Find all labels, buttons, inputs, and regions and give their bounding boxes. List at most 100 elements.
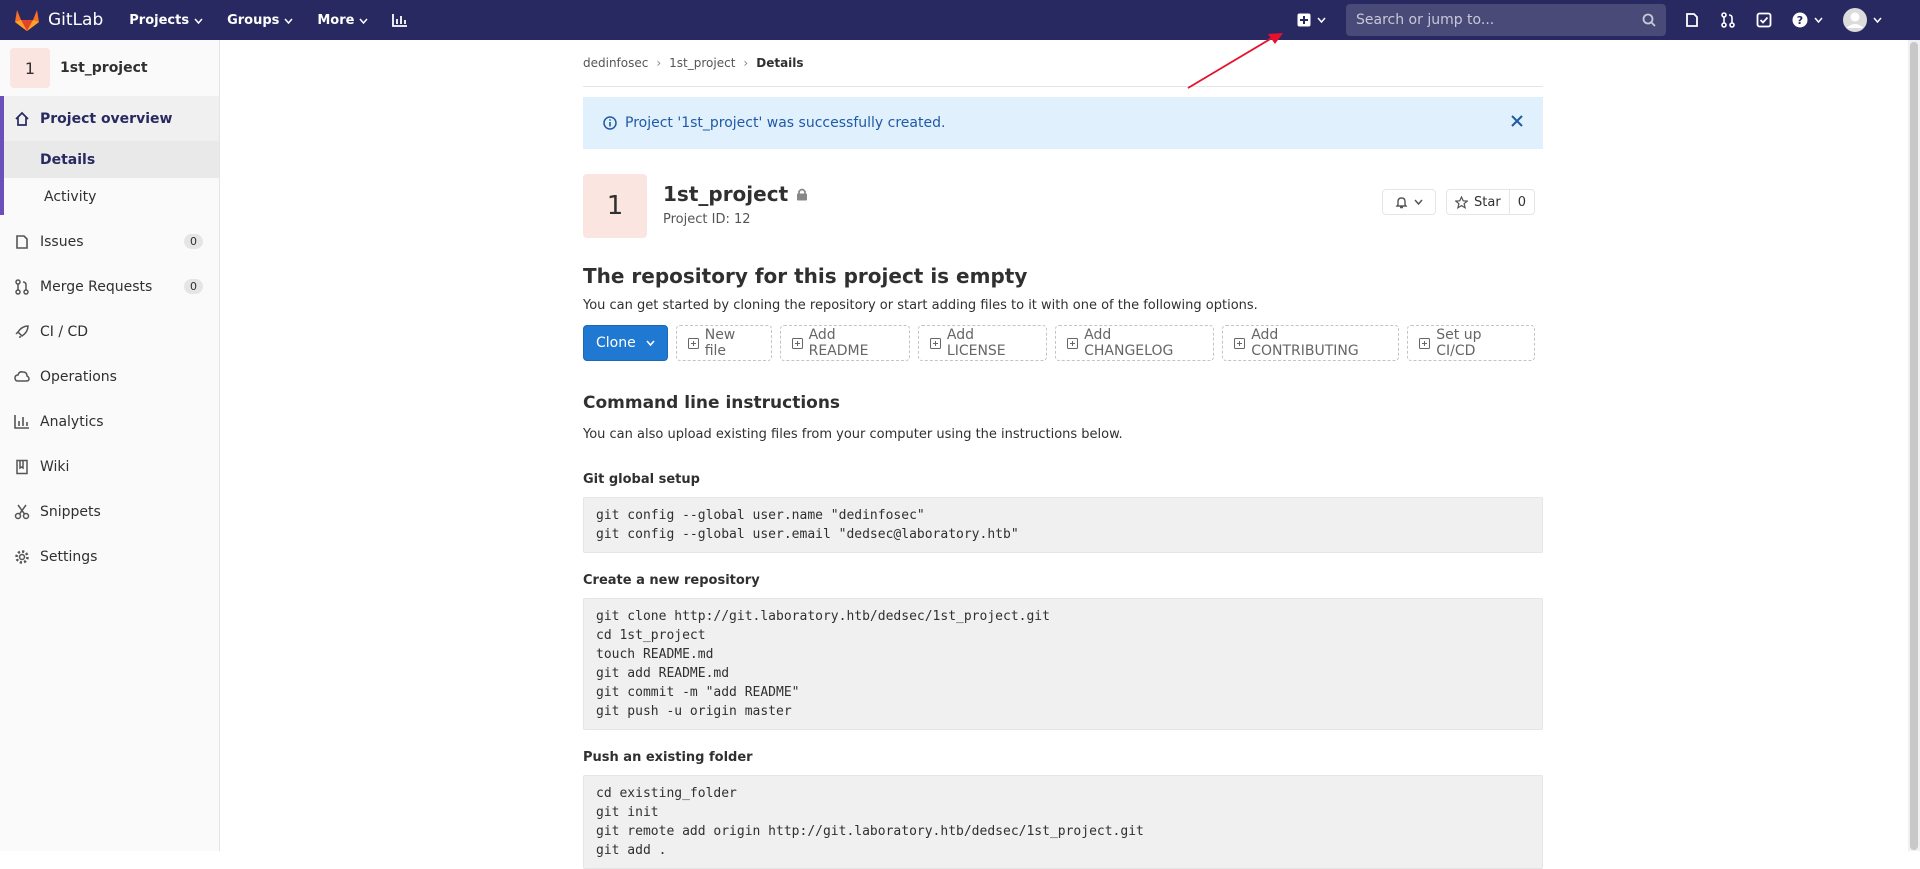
breadcrumb-link-namespace[interactable]: dedinfosec <box>583 56 648 70</box>
setup-ci-cd-button[interactable]: Set up CI/CD <box>1407 325 1536 361</box>
sidebar-item-label: CI / CD <box>40 323 89 340</box>
star-button[interactable]: Star <box>1446 189 1510 215</box>
project-id: Project ID: 12 <box>663 212 751 227</box>
sidebar-item-project-overview[interactable]: Project overview <box>4 96 219 141</box>
brand-name: GitLab <box>48 10 104 30</box>
close-icon[interactable] <box>1511 115 1523 131</box>
sidebar-item-ci-cd[interactable]: CI / CD <box>0 309 219 354</box>
star-label: Star <box>1474 194 1501 210</box>
merge-requests-shortcut[interactable] <box>1720 12 1736 28</box>
add-contributing-label: Add CONTRIBUTING <box>1251 327 1359 359</box>
cli-description: You can also upload existing files from … <box>583 427 1123 442</box>
cli-title: Command line instructions <box>583 393 841 413</box>
chevron-down-icon <box>1814 17 1823 23</box>
fox-icon <box>15 10 39 31</box>
sidebar-subitem-activity[interactable]: Activity <box>4 178 219 215</box>
activity-chart-icon[interactable] <box>392 13 408 27</box>
success-alert: Project '1st_project' was successfully c… <box>583 97 1543 149</box>
chevron-down-icon <box>646 340 655 346</box>
help-icon: ? <box>1792 12 1808 28</box>
plus-square-icon <box>1234 337 1246 349</box>
new-item-dropdown[interactable] <box>1297 13 1326 27</box>
help-menu[interactable]: ? <box>1792 12 1823 28</box>
home-icon <box>14 111 32 127</box>
todo-check-icon <box>1756 12 1772 28</box>
sidebar-item-label: Merge Requests <box>40 278 153 295</box>
empty-repo-title: The repository for this project is empty <box>583 264 1028 288</box>
sidebar-item-analytics[interactable]: Analytics <box>0 399 219 444</box>
sidebar-item-wiki[interactable]: Wiki <box>0 444 219 489</box>
book-icon <box>14 459 32 475</box>
issues-shortcut[interactable] <box>1684 12 1700 28</box>
project-sidebar: 1 1st_project Project overview Details A… <box>0 40 220 851</box>
merge-requests-count-badge: 0 <box>184 279 203 294</box>
add-changelog-label: Add CHANGELOG <box>1084 327 1174 359</box>
add-changelog-button[interactable]: Add CHANGELOG <box>1055 325 1215 361</box>
cloud-icon <box>14 369 32 385</box>
project-header: 1 1st_project Project ID: 12 Star 0 <box>583 174 1543 238</box>
chevron-down-icon <box>284 13 293 28</box>
push-folder-title: Push an existing folder <box>583 750 753 765</box>
user-menu[interactable] <box>1843 8 1882 32</box>
push-folder-code[interactable]: cd existing_folder git init git remote a… <box>583 775 1543 869</box>
sidebar-item-operations[interactable]: Operations <box>0 354 219 399</box>
plus-square-icon <box>687 337 699 349</box>
add-contributing-button[interactable]: Add CONTRIBUTING <box>1222 325 1400 361</box>
gear-icon <box>14 549 32 565</box>
gitlab-logo[interactable]: GitLab <box>14 8 103 32</box>
issues-count-badge: 0 <box>184 234 203 249</box>
add-license-button[interactable]: Add LICENSE <box>917 325 1048 361</box>
sidebar-item-settings[interactable]: Settings <box>0 534 219 579</box>
add-readme-label: Add README <box>808 327 869 359</box>
scrollbar-thumb[interactable] <box>1910 42 1918 850</box>
project-title: 1st_project <box>663 182 789 206</box>
top-navbar: GitLab Projects Groups More Search or ju… <box>0 0 1920 40</box>
breadcrumb-link-project[interactable]: 1st_project <box>669 56 735 70</box>
projects-menu-label: Projects <box>129 12 190 28</box>
groups-menu[interactable]: Groups <box>227 13 293 28</box>
sidebar-subitem-details[interactable]: Details <box>4 141 219 178</box>
info-icon <box>603 116 617 130</box>
chevron-down-icon <box>194 13 203 28</box>
create-repo-title: Create a new repository <box>583 573 760 588</box>
search-box[interactable] <box>1346 4 1666 36</box>
chevron-down-icon <box>1873 17 1882 23</box>
repo-actions: Clone New file Add README Add LICENSE Ad… <box>583 325 1543 361</box>
main-content: dedinfosec › 1st_project › Details Proje… <box>583 40 1543 869</box>
more-menu[interactable]: More <box>317 12 369 28</box>
notification-dropdown[interactable] <box>1382 189 1437 215</box>
more-menu-label: More <box>317 12 355 28</box>
add-readme-button[interactable]: Add README <box>779 325 910 361</box>
chevron-down-icon <box>359 13 369 28</box>
sidebar-item-issues[interactable]: Issues 0 <box>0 219 219 264</box>
new-file-button[interactable]: New file <box>675 325 772 361</box>
sidebar-item-merge-requests[interactable]: Merge Requests 0 <box>0 264 219 309</box>
avatar <box>1843 8 1867 32</box>
clone-button[interactable]: Clone <box>583 325 668 361</box>
projects-menu[interactable]: Projects <box>129 13 203 28</box>
chevron-down-icon <box>1317 17 1326 23</box>
create-repo-code[interactable]: git clone http://git.laboratory.htb/deds… <box>583 598 1543 730</box>
git-global-setup-title: Git global setup <box>583 472 700 487</box>
svg-text:?: ? <box>1797 14 1803 27</box>
issues-icon <box>1686 13 1698 27</box>
todos-shortcut[interactable] <box>1756 12 1772 28</box>
bell-icon <box>1395 196 1408 208</box>
sidebar-item-label: Issues <box>40 233 84 250</box>
issues-icon <box>14 234 32 250</box>
project-overview-group: Project overview Details Activity <box>0 96 219 215</box>
star-count[interactable]: 0 <box>1509 189 1535 215</box>
sidebar-item-snippets[interactable]: Snippets <box>0 489 219 534</box>
sidebar-item-label: Wiki <box>40 458 70 475</box>
breadcrumb-current[interactable]: Details <box>756 56 803 70</box>
project-avatar-large: 1 <box>583 174 647 238</box>
scissors-icon <box>14 504 32 520</box>
git-global-setup-code[interactable]: git config --global user.name "dedinfose… <box>583 497 1543 553</box>
page-scrollbar[interactable] <box>1908 40 1920 851</box>
plus-square-icon <box>1297 13 1311 27</box>
add-license-label: Add LICENSE <box>946 327 1006 359</box>
search-input[interactable] <box>1356 12 1616 28</box>
sidebar-project-header[interactable]: 1 1st_project <box>0 40 219 96</box>
search-icon <box>1642 13 1656 27</box>
plus-square-icon <box>929 337 941 349</box>
